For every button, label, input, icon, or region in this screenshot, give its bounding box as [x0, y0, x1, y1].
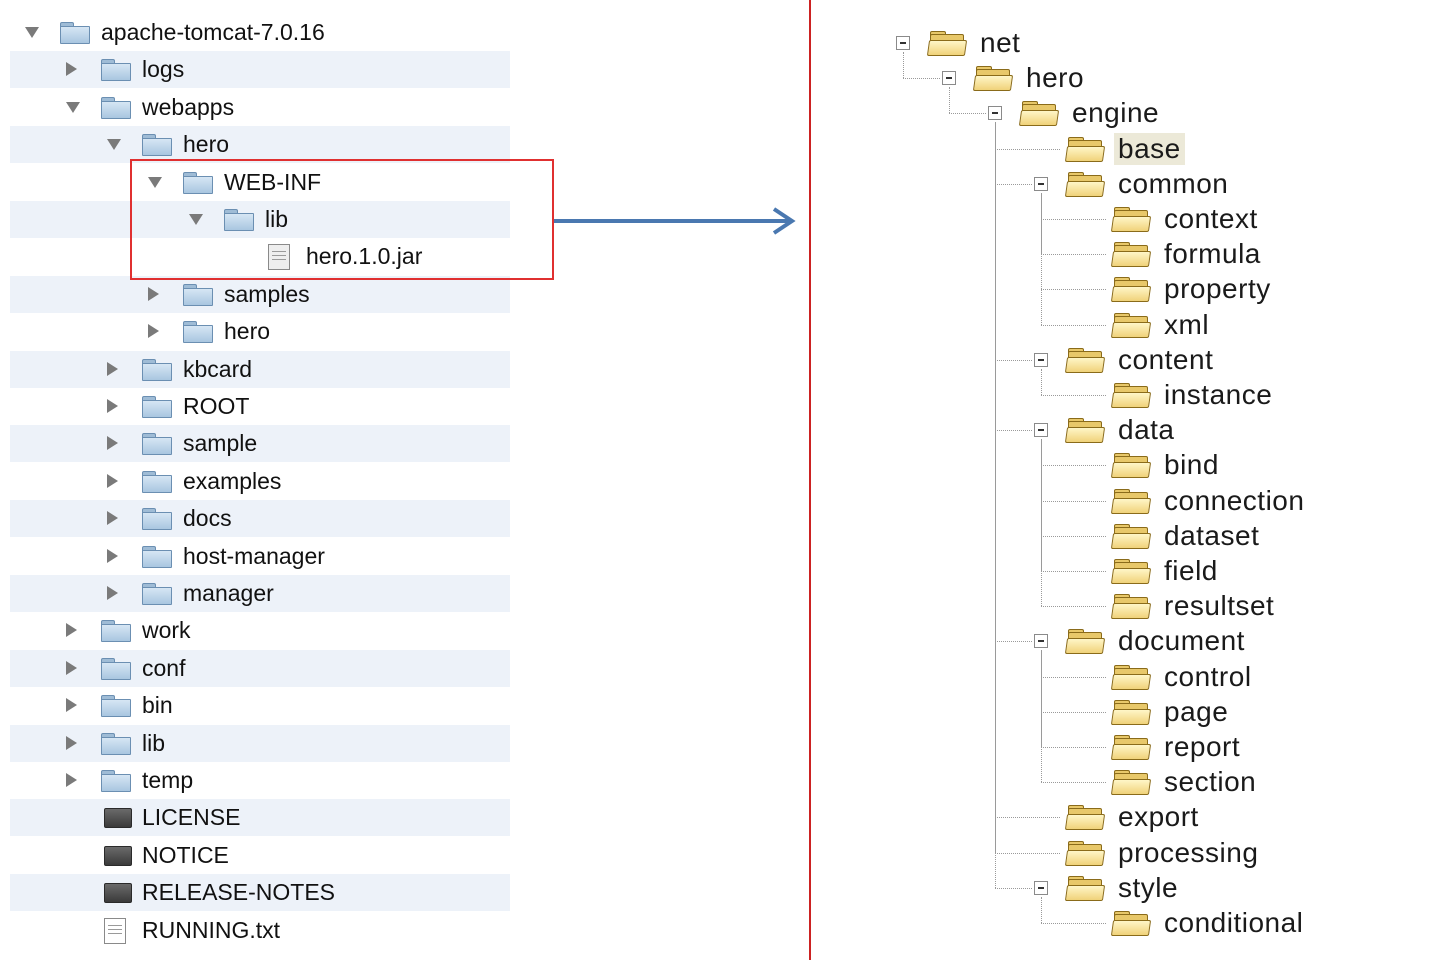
- collapse-toggle-icon[interactable]: [1034, 634, 1048, 649]
- folder-icon: [1110, 277, 1152, 303]
- tree-node[interactable]: conditional: [0, 906, 1430, 941]
- collapse-toggle-icon[interactable]: [1034, 880, 1048, 895]
- folder-icon: [1110, 383, 1152, 409]
- package-tree: net hero engine base common context formula pro…: [0, 0, 1430, 960]
- tree-node-label[interactable]: section: [1164, 766, 1256, 798]
- tree-node-label[interactable]: common: [1118, 168, 1228, 200]
- tree-node-label[interactable]: dataset: [1164, 520, 1259, 552]
- tree-node[interactable]: context: [0, 202, 1430, 237]
- folder-icon: [1110, 594, 1152, 620]
- folder-icon: [1064, 171, 1106, 198]
- tree-node[interactable]: xml: [0, 308, 1430, 343]
- tree-node[interactable]: section: [0, 765, 1430, 800]
- tree-node[interactable]: base: [0, 132, 1430, 167]
- folder-icon: [1110, 242, 1152, 268]
- collapse-toggle-icon[interactable]: [1034, 352, 1048, 367]
- tree-node-label[interactable]: export: [1118, 801, 1199, 833]
- folder-icon: [1110, 770, 1152, 796]
- tree-node-label[interactable]: page: [1164, 696, 1228, 728]
- folder-icon: [1064, 629, 1106, 655]
- collapse-toggle-icon[interactable]: [1034, 423, 1048, 438]
- tree-node[interactable]: property: [0, 272, 1430, 307]
- tree-node[interactable]: engine: [0, 96, 1430, 131]
- tree-node-label[interactable]: property: [1164, 273, 1271, 305]
- tree-node[interactable]: control: [0, 660, 1430, 695]
- tree-node-label[interactable]: hero: [1026, 62, 1084, 94]
- tree-node-label[interactable]: xml: [1164, 309, 1209, 341]
- tree-node-label[interactable]: conditional: [1164, 907, 1303, 939]
- tree-node-label[interactable]: report: [1164, 731, 1240, 763]
- folder-icon: [972, 66, 1014, 92]
- tree-node-label[interactable]: processing: [1118, 837, 1258, 869]
- folder-icon: [1110, 523, 1152, 550]
- tree-node-label[interactable]: context: [1164, 203, 1258, 235]
- tree-node[interactable]: report: [0, 730, 1430, 765]
- tree-node-label[interactable]: base: [1114, 132, 1185, 165]
- tree-node[interactable]: data: [0, 413, 1430, 448]
- folder-icon: [1064, 136, 1106, 163]
- tree-node[interactable]: bind: [0, 448, 1430, 483]
- tree-node[interactable]: formula: [0, 237, 1430, 272]
- tree-node-label[interactable]: bind: [1164, 449, 1219, 481]
- tree-node[interactable]: net: [0, 26, 1430, 61]
- collapse-toggle-icon[interactable]: [1034, 176, 1048, 191]
- tree-node-label[interactable]: control: [1164, 661, 1252, 693]
- tree-node[interactable]: processing: [0, 836, 1430, 871]
- tree-node-label[interactable]: connection: [1164, 485, 1304, 517]
- folder-icon: [1110, 699, 1152, 726]
- folder-icon: [1110, 664, 1152, 691]
- tree-node[interactable]: connection: [0, 484, 1430, 519]
- tree-node-label[interactable]: resultset: [1164, 590, 1274, 622]
- folder-icon: [1018, 101, 1060, 127]
- tree-node[interactable]: style: [0, 871, 1430, 906]
- collapse-toggle-icon[interactable]: [988, 106, 1002, 121]
- tree-node[interactable]: common: [0, 167, 1430, 202]
- tree-node-label[interactable]: style: [1118, 872, 1178, 904]
- folder-icon: [1064, 805, 1106, 831]
- tree-node-label[interactable]: data: [1118, 414, 1175, 446]
- tree-node[interactable]: hero: [0, 61, 1430, 96]
- tree-node-label[interactable]: field: [1164, 555, 1218, 587]
- folder-icon: [1110, 911, 1152, 937]
- tree-node-label[interactable]: formula: [1164, 238, 1261, 270]
- tree-node[interactable]: resultset: [0, 589, 1430, 624]
- tree-node-label[interactable]: engine: [1072, 97, 1159, 129]
- tree-node-label[interactable]: net: [980, 27, 1020, 59]
- folder-icon: [1110, 735, 1152, 761]
- tree-node-label[interactable]: document: [1118, 625, 1245, 657]
- tree-node-label[interactable]: instance: [1164, 379, 1272, 411]
- folder-icon: [1110, 453, 1152, 479]
- tree-node[interactable]: export: [0, 800, 1430, 835]
- collapse-toggle-icon[interactable]: [896, 36, 910, 50]
- tree-node[interactable]: instance: [0, 378, 1430, 413]
- folder-icon: [1110, 488, 1152, 515]
- folder-icon: [1110, 559, 1152, 585]
- folder-icon: [1064, 347, 1106, 374]
- folder-icon: [1110, 312, 1152, 339]
- collapse-toggle-icon[interactable]: [942, 71, 956, 86]
- tree-node[interactable]: document: [0, 624, 1430, 659]
- folder-icon: [926, 31, 968, 57]
- folder-icon: [1064, 875, 1106, 902]
- folder-icon: [1064, 418, 1106, 444]
- tree-node[interactable]: page: [0, 695, 1430, 730]
- tree-node-label[interactable]: content: [1118, 344, 1213, 376]
- folder-icon: [1110, 207, 1152, 233]
- tree-node[interactable]: content: [0, 343, 1430, 378]
- tree-node[interactable]: dataset: [0, 519, 1430, 554]
- folder-icon: [1064, 840, 1106, 867]
- tree-node[interactable]: field: [0, 554, 1430, 589]
